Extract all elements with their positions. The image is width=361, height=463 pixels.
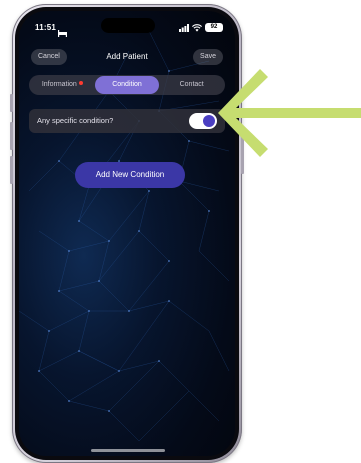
required-indicator-icon	[78, 81, 83, 85]
specific-condition-label: Any specific condition?	[37, 116, 114, 125]
status-icons: 92	[179, 22, 223, 33]
status-bar: 11:51 92	[19, 11, 235, 41]
status-time: 11:51	[35, 23, 57, 32]
add-new-condition-button[interactable]: Add New Condition	[75, 162, 185, 188]
screenshot-canvas: 11:51 92 Cancel Add Patient Save Informa…	[0, 0, 361, 463]
home-indicator	[91, 449, 165, 452]
tab-information[interactable]: Information	[30, 76, 95, 94]
phone-bezel: 11:51 92 Cancel Add Patient Save Informa…	[15, 7, 239, 460]
action-button	[10, 94, 13, 112]
tab-label: Condition	[112, 81, 142, 88]
wifi-icon	[192, 19, 202, 37]
save-button[interactable]: Save	[193, 49, 223, 65]
battery-icon: 92	[205, 23, 223, 32]
phone-screen: 11:51 92 Cancel Add Patient Save Informa…	[19, 11, 235, 456]
dynamic-island	[101, 18, 155, 33]
specific-condition-row: Any specific condition?	[29, 109, 225, 133]
tab-label: Contact	[179, 81, 204, 88]
tab-condition[interactable]: Condition	[94, 76, 160, 94]
navigation-bar: Cancel Add Patient Save	[19, 47, 235, 69]
signal-icon	[179, 19, 189, 37]
phone-frame: 11:51 92 Cancel Add Patient Save Informa…	[10, 4, 244, 463]
annotation-arrow-icon	[218, 69, 361, 157]
volume-down-button	[10, 156, 13, 184]
segmented-tab-control: Information Condition Contact	[29, 75, 225, 95]
bed-icon	[58, 24, 67, 42]
volume-up-button	[10, 122, 13, 150]
tab-label: Information	[41, 81, 77, 88]
